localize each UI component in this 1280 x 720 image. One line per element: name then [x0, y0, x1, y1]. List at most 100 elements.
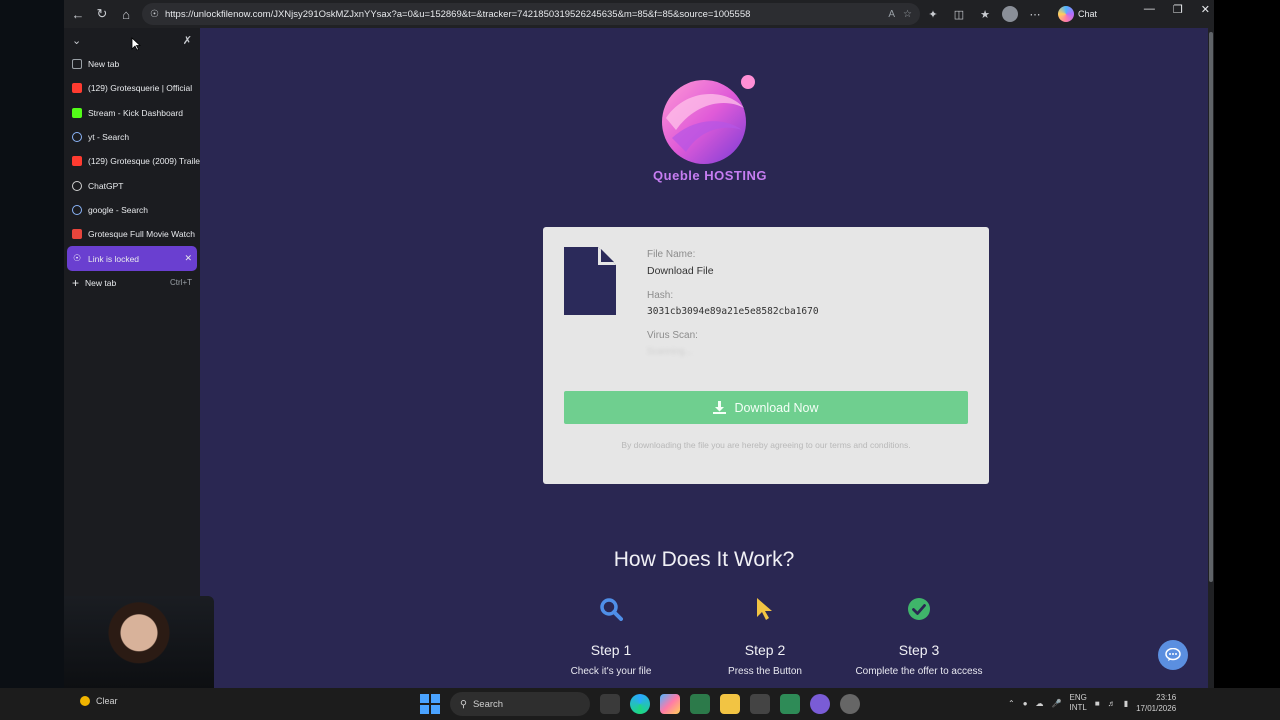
app-icon-2[interactable] — [750, 694, 770, 714]
window-controls: — ❐ ✕ — [1144, 3, 1210, 16]
back-icon[interactable]: ← — [66, 2, 90, 26]
download-now-label: Download Now — [734, 400, 819, 415]
youtube-icon — [72, 83, 82, 94]
copilot-app-icon[interactable] — [660, 694, 680, 714]
search-icon — [600, 598, 623, 621]
tab-item[interactable]: (129) Grotesque (2009) Traile — [64, 149, 200, 173]
page-icon — [72, 59, 82, 70]
terms-notice: By downloading the file you are hereby a… — [621, 440, 911, 450]
step-2-desc: Press the Button — [728, 666, 802, 677]
tab-item[interactable]: (129) Grotesquerie | Official — [64, 76, 200, 100]
microphone-icon[interactable]: 🎤 — [1052, 699, 1062, 708]
step-1: Step 1 Check it's your file — [531, 596, 691, 677]
copilot-chat-button[interactable]: Chat — [1058, 6, 1097, 22]
tab-item[interactable]: Stream - Kick Dashboard — [64, 101, 200, 125]
read-aloud-icon[interactable]: A — [888, 9, 895, 20]
pointer-icon — [757, 598, 772, 620]
step-1-title: Step 1 — [590, 642, 632, 658]
download-now-button[interactable]: Download Now — [564, 391, 968, 424]
step-3-desc: Complete the offer to access — [855, 666, 983, 677]
file-explorer-icon[interactable] — [720, 694, 740, 714]
taskbar-search[interactable]: ⚲ Search — [450, 692, 590, 716]
new-tab-shortcut: Ctrl+T — [170, 278, 192, 288]
unpin-sidebar-icon[interactable]: ✗ — [183, 34, 192, 47]
tab-link-is-locked[interactable]: ☉ Link is locked ✕ — [67, 246, 197, 271]
language-indicator[interactable]: ENG INTL — [1070, 693, 1087, 713]
scrollbar-thumb[interactable] — [1209, 32, 1213, 582]
movie-site-icon — [72, 229, 82, 240]
tray-app-icon[interactable]: ● — [1023, 699, 1028, 708]
clock-time: 23:16 — [1156, 693, 1177, 702]
tray-app-icon-2[interactable]: ☁ — [1036, 699, 1044, 708]
active-tab-label: Link is locked — [88, 253, 140, 264]
split-screen-icon[interactable]: ◫ — [950, 5, 968, 23]
restore-icon[interactable]: ❐ — [1173, 3, 1183, 16]
lang-bottom: INTL — [1069, 703, 1087, 712]
vertical-tabs-sidebar: ⌄ ✗ New tab (129) Grotesquerie | Official… — [64, 28, 200, 688]
file-card: File Name: Download File Hash: 3031cb309… — [543, 227, 989, 484]
minimize-icon[interactable]: — — [1144, 3, 1155, 16]
chat-icon — [1165, 648, 1181, 661]
battery-icon[interactable]: ▮ — [1124, 699, 1128, 708]
kick-icon — [72, 107, 82, 118]
weather-sun-icon — [80, 696, 90, 706]
home-icon[interactable]: ⌂ — [114, 2, 138, 26]
extensions-icon[interactable]: ✦ — [924, 5, 942, 23]
tab-item[interactable]: yt - Search — [64, 125, 200, 149]
tab-label: yt - Search — [88, 132, 130, 143]
file-name-value: Download File — [647, 265, 714, 277]
step-2-title: Step 2 — [744, 642, 786, 658]
hash-label: Hash: — [647, 290, 674, 301]
profile-avatar[interactable] — [1002, 6, 1018, 22]
task-view-icon[interactable] — [600, 694, 620, 714]
network-icon[interactable]: ■ — [1095, 699, 1100, 708]
close-window-icon[interactable]: ✕ — [1201, 3, 1210, 16]
new-tab-button[interactable]: + New tab Ctrl+T — [64, 271, 200, 295]
step-1-desc: Check it's your file — [570, 666, 652, 677]
weather-widget[interactable]: Clear — [80, 696, 118, 706]
tab-item[interactable]: ChatGPT — [64, 173, 200, 197]
new-tab-label: New tab — [85, 277, 117, 288]
settings-icon[interactable] — [840, 694, 860, 714]
collapse-chevron-icon[interactable]: ⌄ — [72, 34, 81, 47]
favorites-icon[interactable]: ★ — [976, 5, 994, 23]
live-chat-button[interactable] — [1158, 640, 1188, 670]
tray-chevron-icon[interactable]: ⌃ — [1008, 699, 1015, 708]
site-info-icon[interactable]: ☉ — [150, 9, 159, 20]
desktop-background-strip — [0, 0, 64, 688]
download-icon — [713, 401, 727, 414]
tab-item[interactable]: google - Search — [64, 198, 200, 222]
app-icon-3[interactable] — [780, 694, 800, 714]
hash-value: 3031cb3094e89a21e5e8582cba1670 — [647, 306, 819, 317]
step-3: Step 3 Complete the offer to access — [839, 596, 999, 677]
tab-item[interactable]: New tab — [64, 52, 200, 76]
search-icon: ⚲ — [460, 698, 467, 710]
app-icon-4[interactable] — [810, 694, 830, 714]
copilot-label: Chat — [1078, 9, 1098, 19]
more-menu-icon[interactable]: ⋯ — [1026, 5, 1044, 23]
tab-item[interactable]: Grotesque Full Movie Watch — [64, 222, 200, 246]
url-text[interactable]: https://unlockfilenow.com/JXNjsy291OskMZ… — [165, 9, 880, 20]
page-scrollbar[interactable] — [1208, 28, 1214, 688]
address-bar[interactable]: ☉ https://unlockfilenow.com/JXNjsy291Osk… — [142, 3, 920, 25]
start-icon[interactable] — [420, 694, 440, 714]
app-icon[interactable] — [690, 694, 710, 714]
close-tab-icon[interactable]: ✕ — [184, 253, 192, 264]
mouse-cursor-icon — [131, 37, 141, 51]
refresh-icon[interactable]: ↻ — [90, 2, 114, 26]
desktop: ← ↻ ⌂ ☉ https://unlockfilenow.com/JXNjsy… — [0, 0, 1280, 720]
clock[interactable]: 23:16 17/01/2026 — [1136, 692, 1176, 714]
taskbar-apps: ⚲ Search — [420, 692, 860, 716]
windows-taskbar: Clear ⚲ Search ⌃ ● ☁ 🎤 ENG INTL ■ ♬ ▮ 23… — [0, 688, 1280, 720]
webcam-overlay — [64, 596, 214, 688]
virus-scan-value: Scanning... — [647, 346, 693, 356]
brand-name: Queble HOSTING — [653, 168, 767, 183]
volume-icon[interactable]: ♬ — [1108, 699, 1116, 708]
edge-icon[interactable] — [630, 694, 650, 714]
tab-label: ChatGPT — [88, 180, 124, 191]
tab-label: google - Search — [88, 204, 149, 215]
favorite-star-icon[interactable]: ☆ — [903, 9, 912, 20]
tab-label: (129) Grotesque (2009) Traile — [88, 156, 200, 167]
plus-icon: + — [72, 275, 80, 290]
how-it-works-title: How Does It Work? — [613, 548, 795, 571]
